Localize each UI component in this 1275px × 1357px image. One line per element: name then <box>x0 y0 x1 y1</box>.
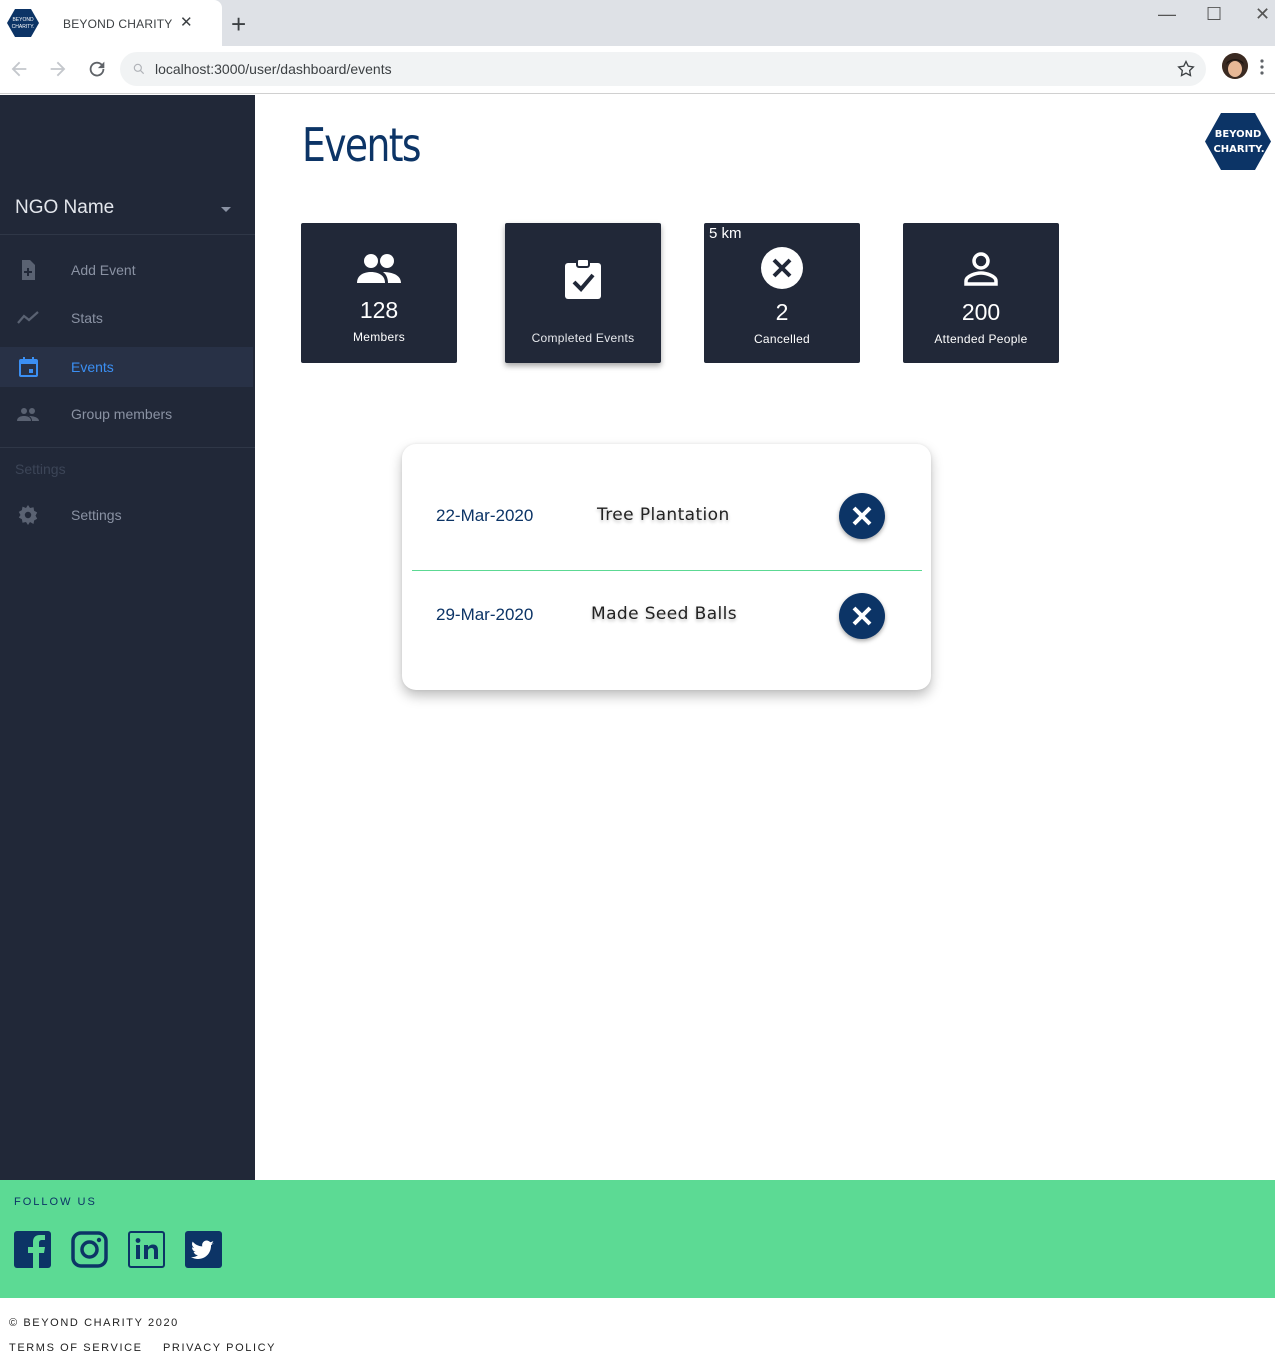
stat-card-attended-people[interactable]: 200 Attended People <box>903 223 1059 363</box>
avatar-face-icon <box>1222 53 1248 79</box>
brand-logo-line1: BEYOND <box>1215 129 1262 140</box>
footer-social: FOLLOW US <box>0 1180 1275 1298</box>
distance-tag: 5 km <box>709 225 742 242</box>
linkedin-icon[interactable] <box>128 1231 165 1268</box>
cancel-circle-icon <box>761 247 803 289</box>
minimize-icon[interactable]: — <box>1158 4 1176 25</box>
browser-menu-icon[interactable] <box>1260 59 1264 75</box>
sidebar-item-group-members[interactable]: Group members <box>0 394 253 434</box>
new-tab-icon[interactable]: + <box>231 11 246 37</box>
event-date: 29-Mar-2020 <box>436 605 534 624</box>
stat-label: Members <box>352 330 406 344</box>
bookmark-star-icon[interactable] <box>1176 59 1196 79</box>
stat-card-completed-events[interactable]: Completed Events <box>505 223 661 363</box>
window-close-icon[interactable]: ✕ <box>1255 4 1270 25</box>
people-icon <box>357 254 401 283</box>
address-bar[interactable]: localhost:3000/user/dashboard/events <box>120 52 1206 86</box>
add-document-icon <box>22 260 35 280</box>
brand-logo: BEYOND CHARITY. <box>1205 113 1271 170</box>
url-text: localhost:3000/user/dashboard/events <box>155 61 392 77</box>
instagram-icon[interactable] <box>71 1231 108 1268</box>
favicon-text-2: CHARITY. <box>12 24 35 30</box>
list-divider <box>412 570 922 571</box>
forward-arrow-icon[interactable] <box>47 58 69 80</box>
sidebar-item-label: Events <box>71 359 114 375</box>
event-name: Tree Plantation <box>597 505 730 525</box>
cancelled-events-list: 22-Mar-2020 Tree Plantation 29-Mar-2020 … <box>402 444 931 690</box>
page-title: Events <box>302 118 422 172</box>
tab-title: BEYOND CHARITY <box>63 17 173 31</box>
sidebar-item-stats[interactable]: Stats <box>0 298 253 338</box>
chevron-down-icon <box>221 207 231 212</box>
twitter-icon[interactable] <box>185 1231 222 1268</box>
copyright-text: © BEYOND CHARITY 2020 <box>9 1317 179 1329</box>
footer-legal: © BEYOND CHARITY 2020 TERMS OF SERVICE P… <box>0 1298 1275 1357</box>
stat-card-cancelled[interactable]: 5 km 2 Cancelled <box>704 223 860 363</box>
browser-toolbar: localhost:3000/user/dashboard/events <box>0 46 1275 94</box>
calendar-icon <box>19 357 38 377</box>
clipboard-check-icon <box>565 258 601 299</box>
stat-value: 2 <box>775 299 789 325</box>
sidebar-item-label: Settings <box>71 507 122 523</box>
maximize-icon[interactable]: ☐ <box>1206 4 1222 25</box>
favicon-icon: BEYOND CHARITY. <box>7 9 39 37</box>
privacy-link[interactable]: PRIVACY POLICY <box>163 1342 276 1354</box>
event-name: Made Seed Balls <box>591 604 738 624</box>
favicon-text-1: BEYOND <box>12 17 34 23</box>
event-date: 22-Mar-2020 <box>436 506 534 525</box>
terms-link[interactable]: TERMS OF SERVICE <box>9 1342 143 1354</box>
org-selector[interactable]: NGO Name <box>0 187 255 235</box>
facebook-icon[interactable] <box>14 1231 51 1268</box>
stat-label: Cancelled <box>753 332 811 346</box>
follow-us-label: FOLLOW US <box>14 1196 97 1208</box>
browser-tab-strip: BEYOND CHARITY. BEYOND CHARITY ✕ + — ☐ ✕ <box>0 0 1275 46</box>
sidebar-item-events[interactable]: Events <box>0 347 253 387</box>
cancel-event-button[interactable] <box>839 593 885 639</box>
settings-heading: Settings <box>15 461 66 477</box>
reload-icon[interactable] <box>86 58 108 80</box>
sidebar-item-label: Stats <box>71 310 103 326</box>
person-icon <box>964 252 998 286</box>
stat-label: Completed Events <box>531 331 635 345</box>
brand-logo-line2: CHARITY. <box>1213 144 1264 155</box>
gear-icon <box>18 505 38 525</box>
sidebar-item-settings[interactable]: Settings <box>0 495 253 535</box>
stat-value: 200 <box>961 299 1001 325</box>
stat-card-members[interactable]: 128 Members <box>301 223 457 363</box>
people-icon <box>17 408 39 421</box>
close-icon <box>852 506 872 526</box>
close-icon <box>852 606 872 626</box>
trend-line-icon <box>17 311 39 324</box>
browser-tab[interactable]: BEYOND CHARITY. BEYOND CHARITY ✕ <box>0 0 222 46</box>
sidebar-divider <box>0 447 255 448</box>
cancel-event-button[interactable] <box>839 493 885 539</box>
tab-close-icon[interactable]: ✕ <box>180 15 193 31</box>
org-name: NGO Name <box>15 197 115 218</box>
sidebar-item-label: Group members <box>71 406 173 422</box>
stat-value: 128 <box>359 297 399 323</box>
profile-avatar[interactable] <box>1222 53 1248 79</box>
stat-label: Attended People <box>934 332 1028 346</box>
sidebar-item-add-event[interactable]: Add Event <box>0 250 253 290</box>
back-arrow-icon[interactable] <box>8 58 30 80</box>
sidebar-item-label: Add Event <box>71 262 136 278</box>
search-icon <box>133 63 145 75</box>
